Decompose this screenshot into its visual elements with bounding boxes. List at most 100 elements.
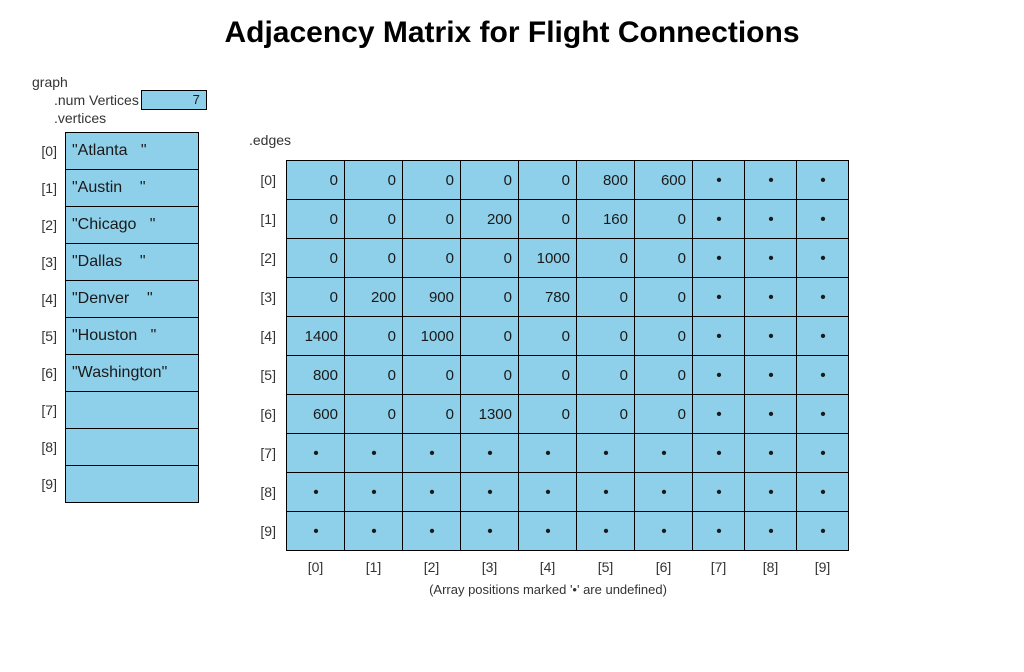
matrix-cell: 800 bbox=[287, 356, 345, 395]
matrix-cell: • bbox=[797, 239, 849, 278]
matrix-cell: • bbox=[745, 239, 797, 278]
vertex-cell bbox=[66, 429, 199, 466]
vertex-index: [3] bbox=[28, 244, 66, 281]
matrix-cell: • bbox=[693, 200, 745, 239]
col-index: [1] bbox=[345, 551, 403, 577]
matrix-cell: 0 bbox=[519, 317, 577, 356]
matrix-cell: 0 bbox=[635, 278, 693, 317]
edges-matrix: [0]00000800600•••[1]00020001600•••[2]000… bbox=[247, 160, 849, 576]
table-row: [2]0000100000••• bbox=[247, 239, 849, 278]
vertex-index: [6] bbox=[28, 355, 66, 392]
matrix-cell: 600 bbox=[287, 395, 345, 434]
matrix-cell: 0 bbox=[287, 278, 345, 317]
matrix-cell: 0 bbox=[345, 239, 403, 278]
table-row: [0]00000800600••• bbox=[247, 161, 849, 200]
matrix-cell: • bbox=[461, 512, 519, 551]
matrix-cell: • bbox=[745, 434, 797, 473]
matrix-cell: 1400 bbox=[287, 317, 345, 356]
matrix-cell: 0 bbox=[345, 200, 403, 239]
matrix-cell: 0 bbox=[635, 356, 693, 395]
matrix-cell: 0 bbox=[345, 161, 403, 200]
edges-label: .edges bbox=[249, 132, 849, 148]
matrix-cell: • bbox=[403, 473, 461, 512]
vertex-cell: "Austin " bbox=[66, 170, 199, 207]
matrix-cell: 0 bbox=[461, 278, 519, 317]
col-index: [2] bbox=[403, 551, 461, 577]
matrix-cell: • bbox=[345, 434, 403, 473]
vertices-list: [0]"Atlanta "[1]"Austin "[2]"Chicago "[3… bbox=[28, 132, 199, 503]
matrix-cell: 0 bbox=[461, 161, 519, 200]
matrix-cell: 0 bbox=[577, 239, 635, 278]
matrix-cell: • bbox=[693, 356, 745, 395]
col-index: [7] bbox=[693, 551, 745, 577]
num-vertices-value: 7 bbox=[141, 90, 207, 110]
row-index: [7] bbox=[247, 434, 287, 473]
matrix-cell: • bbox=[797, 278, 849, 317]
matrix-cell: 0 bbox=[287, 200, 345, 239]
matrix-cell: 1000 bbox=[519, 239, 577, 278]
footnote: (Array positions marked '•' are undefine… bbox=[247, 582, 849, 597]
col-index: [0] bbox=[287, 551, 345, 577]
matrix-cell: 0 bbox=[519, 200, 577, 239]
table-row: [4]1400010000000••• bbox=[247, 317, 849, 356]
matrix-cell: • bbox=[693, 161, 745, 200]
matrix-cell: • bbox=[577, 434, 635, 473]
matrix-cell: • bbox=[797, 161, 849, 200]
matrix-cell: 0 bbox=[403, 395, 461, 434]
matrix-cell: • bbox=[635, 473, 693, 512]
matrix-cell: • bbox=[345, 512, 403, 551]
vertex-index: [8] bbox=[28, 429, 66, 466]
matrix-cell: 0 bbox=[635, 395, 693, 434]
vertices-label: .vertices bbox=[54, 110, 996, 126]
row-index: [8] bbox=[247, 473, 287, 512]
vertex-cell: "Houston " bbox=[66, 318, 199, 355]
matrix-cell: • bbox=[745, 473, 797, 512]
matrix-cell: • bbox=[797, 200, 849, 239]
vertex-cell: "Chicago " bbox=[66, 207, 199, 244]
graph-label: graph bbox=[32, 74, 996, 90]
matrix-cell: • bbox=[693, 512, 745, 551]
matrix-cell: 0 bbox=[403, 239, 461, 278]
matrix-cell: • bbox=[693, 239, 745, 278]
vertex-index: [2] bbox=[28, 207, 66, 244]
row-index: [0] bbox=[247, 161, 287, 200]
vertex-cell: "Atlanta " bbox=[66, 133, 199, 170]
vertex-index: [0] bbox=[28, 133, 66, 170]
vertex-index: [5] bbox=[28, 318, 66, 355]
vertex-cell: "Denver " bbox=[66, 281, 199, 318]
row-index: [2] bbox=[247, 239, 287, 278]
matrix-cell: • bbox=[745, 278, 797, 317]
matrix-cell: • bbox=[403, 434, 461, 473]
table-row: [8]•••••••••• bbox=[247, 473, 849, 512]
table-row: [1]00020001600••• bbox=[247, 200, 849, 239]
matrix-cell: 600 bbox=[635, 161, 693, 200]
matrix-cell: • bbox=[519, 473, 577, 512]
vertex-index: [1] bbox=[28, 170, 66, 207]
matrix-cell: 0 bbox=[461, 356, 519, 395]
table-row: [5]800000000••• bbox=[247, 356, 849, 395]
matrix-cell: 0 bbox=[577, 356, 635, 395]
matrix-cell: 0 bbox=[403, 200, 461, 239]
row-index: [5] bbox=[247, 356, 287, 395]
matrix-cell: 0 bbox=[519, 356, 577, 395]
matrix-cell: 0 bbox=[287, 239, 345, 278]
matrix-cell: 0 bbox=[635, 200, 693, 239]
matrix-cell: 0 bbox=[403, 356, 461, 395]
table-row: [7]•••••••••• bbox=[247, 434, 849, 473]
row-index: [4] bbox=[247, 317, 287, 356]
row-index: [3] bbox=[247, 278, 287, 317]
matrix-cell: • bbox=[461, 434, 519, 473]
matrix-cell: 0 bbox=[287, 161, 345, 200]
page-title: Adjacency Matrix for Flight Connections bbox=[28, 16, 996, 50]
matrix-cell: 0 bbox=[345, 356, 403, 395]
matrix-cell: • bbox=[519, 512, 577, 551]
matrix-cell: • bbox=[287, 512, 345, 551]
col-index: [5] bbox=[577, 551, 635, 577]
col-index: [4] bbox=[519, 551, 577, 577]
matrix-cell: • bbox=[693, 434, 745, 473]
matrix-cell: 0 bbox=[345, 317, 403, 356]
matrix-cell: 900 bbox=[403, 278, 461, 317]
matrix-cell: 1300 bbox=[461, 395, 519, 434]
matrix-cell: 800 bbox=[577, 161, 635, 200]
matrix-cell: 0 bbox=[519, 395, 577, 434]
